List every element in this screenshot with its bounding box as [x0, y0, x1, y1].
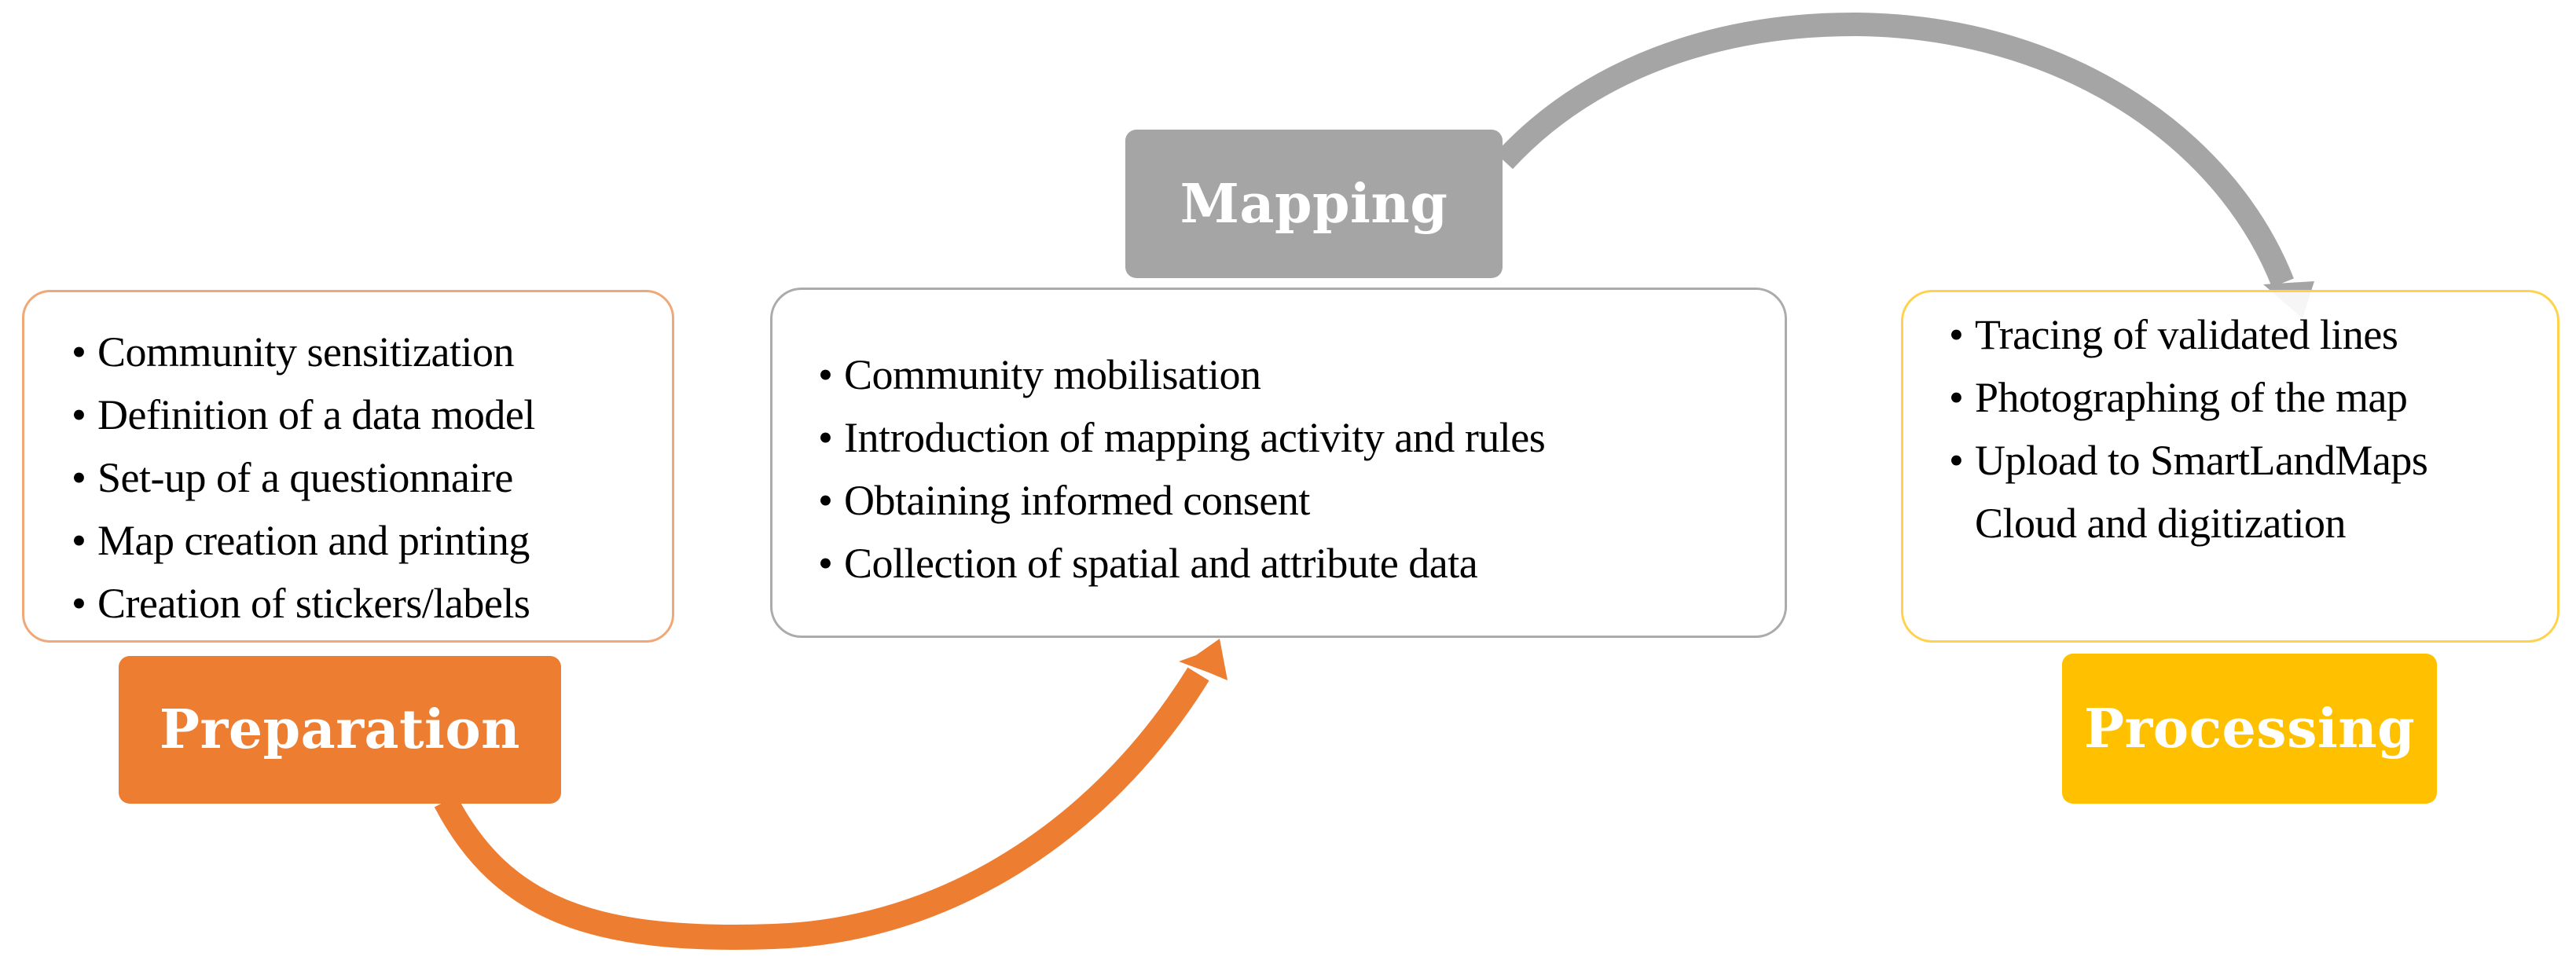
stage-label-mapping: Mapping: [1125, 130, 1503, 278]
bullet-icon: •: [818, 477, 833, 524]
preparation-items-list: • Community sensitization • Definition of …: [72, 321, 535, 635]
bullet-icon: •: [72, 580, 86, 627]
list-item: • Community mobilisation: [818, 343, 1545, 406]
list-item: • Upload to SmartLandMaps: [1949, 429, 2428, 492]
list-item: • Obtaining informed consent: [818, 469, 1545, 532]
list-item: • Community sensitization: [72, 321, 535, 383]
bullet-icon: •: [818, 414, 833, 461]
list-item: • Tracing of validated lines: [1949, 303, 2427, 366]
bullet-icon: •: [1949, 311, 1964, 358]
arrow-mapping-to-processing: [1495, 12, 2294, 288]
stage-label-processing: Processing: [2062, 654, 2437, 804]
list-item: • Photographing of the map: [1949, 366, 2427, 429]
processing-items-box: • Tracing of validated lines • Photographi…: [1901, 290, 2559, 643]
bullet-icon: •: [818, 351, 833, 398]
list-item: • Collection of spatial and attribute dat…: [818, 532, 1545, 595]
bullet-icon: •: [1949, 374, 1964, 421]
processing-items-list: • Tracing of validated lines • Photographi…: [1949, 303, 2428, 555]
list-item: • Introduction of mapping activity and ru…: [818, 406, 1546, 469]
bullet-icon: •: [72, 454, 86, 501]
list-item-continuation: Cloud and digitization: [1975, 500, 2346, 547]
mapping-items-box: • Community mobilisation • Introduction of…: [770, 288, 1787, 638]
stage-label-preparation: Preparation: [119, 656, 561, 804]
list-item: • Set-up of a questionnaire: [72, 446, 535, 509]
mapping-items-list: • Community mobilisation • Introduction of…: [818, 343, 1546, 595]
bullet-icon: •: [1949, 437, 1964, 484]
bullet-icon: •: [72, 517, 86, 564]
bullet-icon: •: [72, 391, 86, 438]
list-item: • Creation of stickers/labels: [72, 572, 535, 635]
bullet-icon: •: [72, 328, 86, 376]
list-item: • Map creation and printing: [72, 509, 535, 572]
preparation-items-box: • Community sensitization • Definition of …: [22, 290, 674, 643]
bullet-icon: •: [818, 540, 833, 587]
list-item: • Definition of a data model: [72, 383, 535, 446]
